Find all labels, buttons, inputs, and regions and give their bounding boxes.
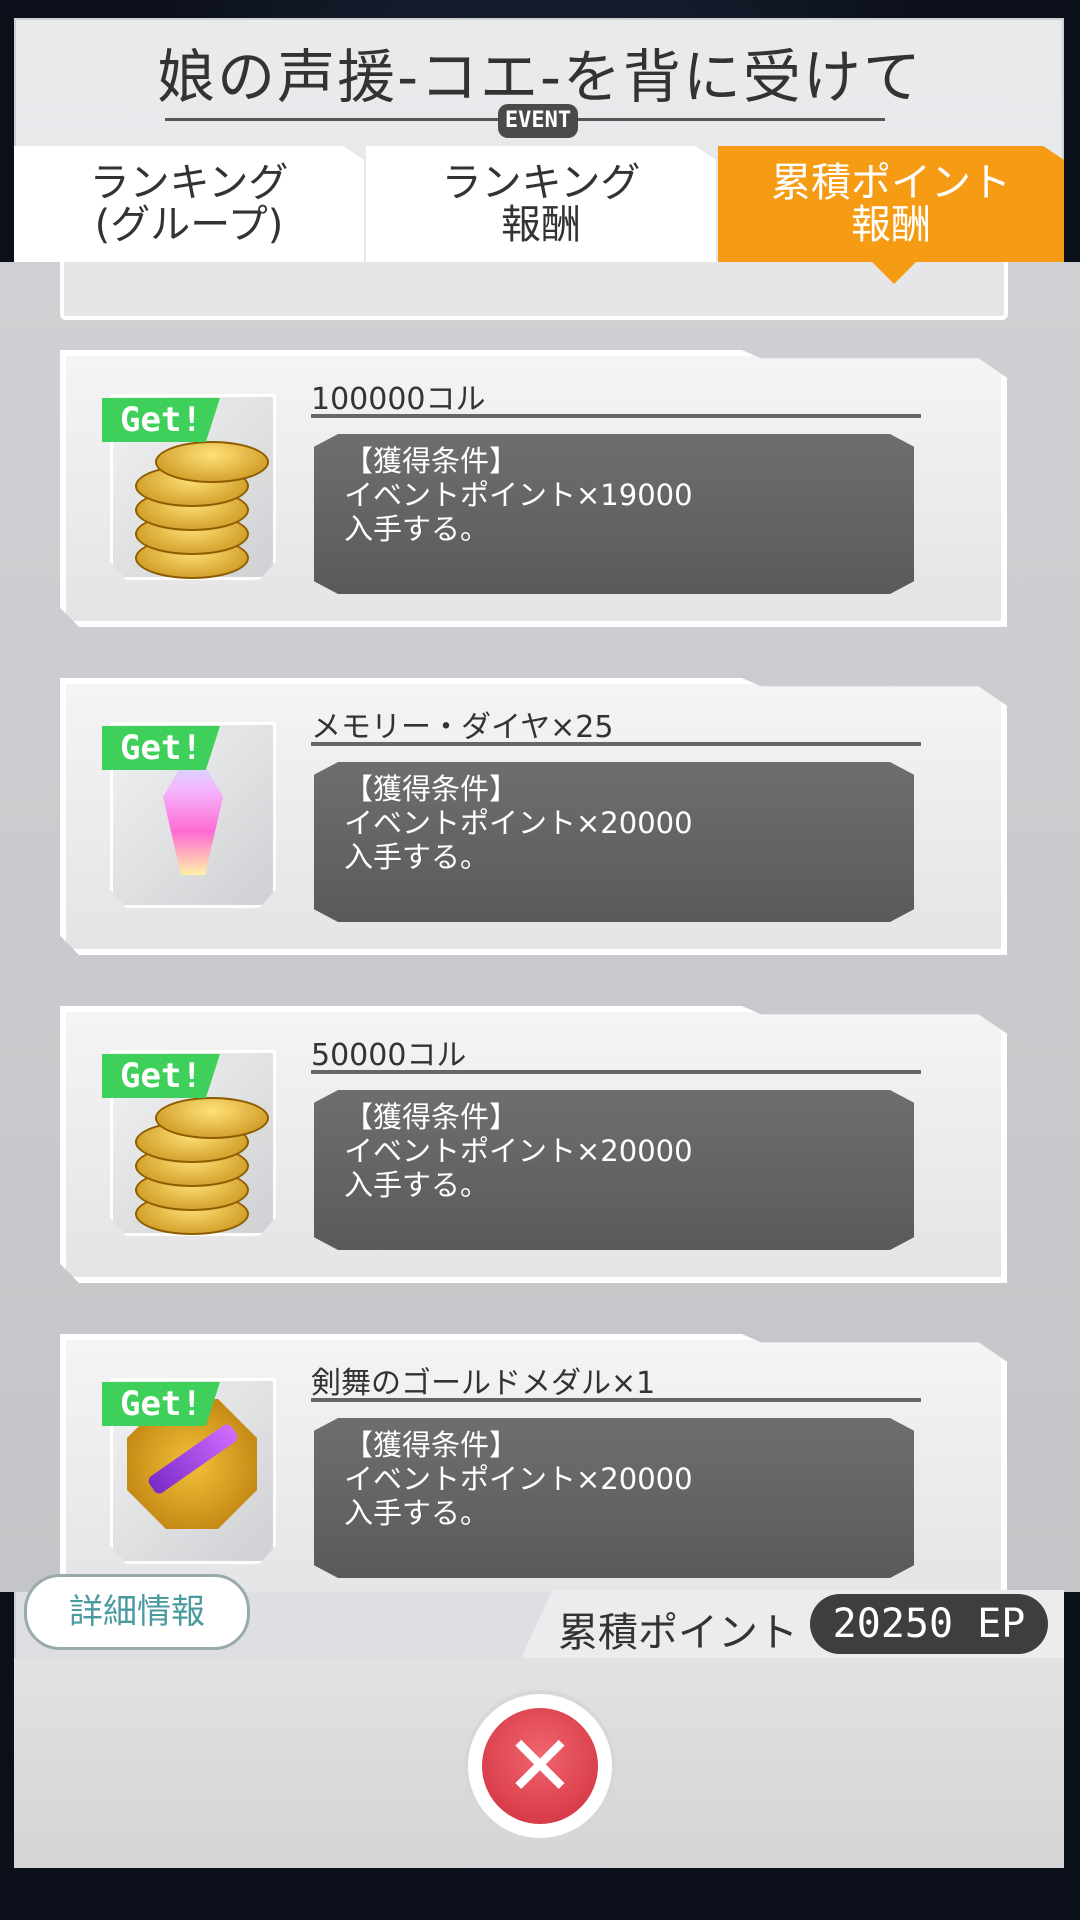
name-divider [311, 414, 921, 418]
tab-ranking-group[interactable]: ランキング (グループ) [14, 146, 364, 262]
event-reward-screen: 娘の声援-コエ-を背に受けて EVENT ランキング (グループ) ランキング … [0, 0, 1080, 1920]
tab-label-line2: 報酬 [851, 202, 931, 248]
reward-card: Get! メモリー・ダイヤ×25 【獲得条件】 イベントポイント×20000 入… [60, 678, 1007, 955]
condition-box: 【獲得条件】 イベントポイント×20000 入手する。 [314, 1418, 914, 1578]
reward-card: Get! 剣舞のゴールドメダル×1 【獲得条件】 イベントポイント×20000 … [60, 1334, 1007, 1592]
name-divider [311, 1070, 921, 1074]
condition-text: 入手する。 [344, 512, 490, 546]
get-badge: Get! [102, 726, 220, 770]
condition-text: イベントポイント×20000 [344, 1134, 693, 1168]
name-divider [311, 742, 921, 746]
points-value: 20250 EP [810, 1594, 1048, 1654]
page-title: 娘の声援-コエ-を背に受けて [157, 43, 923, 111]
reward-card: Get! 50000コル 【獲得条件】 イベントポイント×20000 入手する。 [60, 1006, 1007, 1283]
points-label: 累積ポイント [558, 1610, 798, 1656]
condition-box: 【獲得条件】 イベントポイント×20000 入手する。 [314, 1090, 914, 1250]
tab-label-line2: 報酬 [501, 202, 581, 248]
condition-text: イベントポイント×20000 [344, 806, 693, 840]
reward-list[interactable]: Get! 100000コル 【獲得条件】 イベントポイント×19000 入手する… [0, 262, 1080, 1592]
reward-name: 50000コル [311, 1038, 467, 1073]
tab-label-line2: (グループ) [94, 202, 284, 248]
condition-text: イベントポイント×20000 [344, 1462, 693, 1496]
condition-title: 【獲得条件】 [344, 772, 519, 806]
get-badge: Get! [102, 398, 220, 442]
active-tab-pointer [872, 262, 916, 284]
reward-name: 剣舞のゴールドメダル×1 [311, 1366, 656, 1401]
tab-label-line1: ランキング [89, 160, 289, 206]
condition-text: 入手する。 [344, 1168, 490, 1202]
tab-label-line1: ランキング [441, 160, 641, 206]
condition-text: 入手する。 [344, 1496, 490, 1530]
get-badge: Get! [102, 1054, 220, 1098]
name-divider [311, 1398, 921, 1402]
reward-name: メモリー・ダイヤ×25 [311, 710, 614, 745]
get-badge: Get! [102, 1382, 220, 1426]
condition-box: 【獲得条件】 イベントポイント×19000 入手する。 [314, 434, 914, 594]
tab-label-line1: 累積ポイント [771, 160, 1011, 206]
detail-info-button[interactable]: 詳細情報 [24, 1574, 250, 1650]
tab-cumulative-points-reward[interactable]: 累積ポイント 報酬 [718, 146, 1064, 262]
condition-title: 【獲得条件】 [344, 1428, 519, 1462]
close-button[interactable]: ✕ [468, 1694, 612, 1838]
reward-name: 100000コル [311, 382, 486, 417]
event-badge: EVENT [498, 104, 578, 138]
condition-text: 入手する。 [344, 840, 490, 874]
close-icon: ✕ [482, 1708, 598, 1824]
condition-box: 【獲得条件】 イベントポイント×20000 入手する。 [314, 762, 914, 922]
reward-card: Get! 100000コル 【獲得条件】 イベントポイント×19000 入手する… [60, 350, 1007, 627]
previous-card-edge [60, 262, 1008, 320]
condition-text: イベントポイント×19000 [344, 478, 693, 512]
condition-title: 【獲得条件】 [344, 1100, 519, 1134]
condition-title: 【獲得条件】 [344, 444, 519, 478]
tab-ranking-reward[interactable]: ランキング 報酬 [366, 146, 716, 262]
